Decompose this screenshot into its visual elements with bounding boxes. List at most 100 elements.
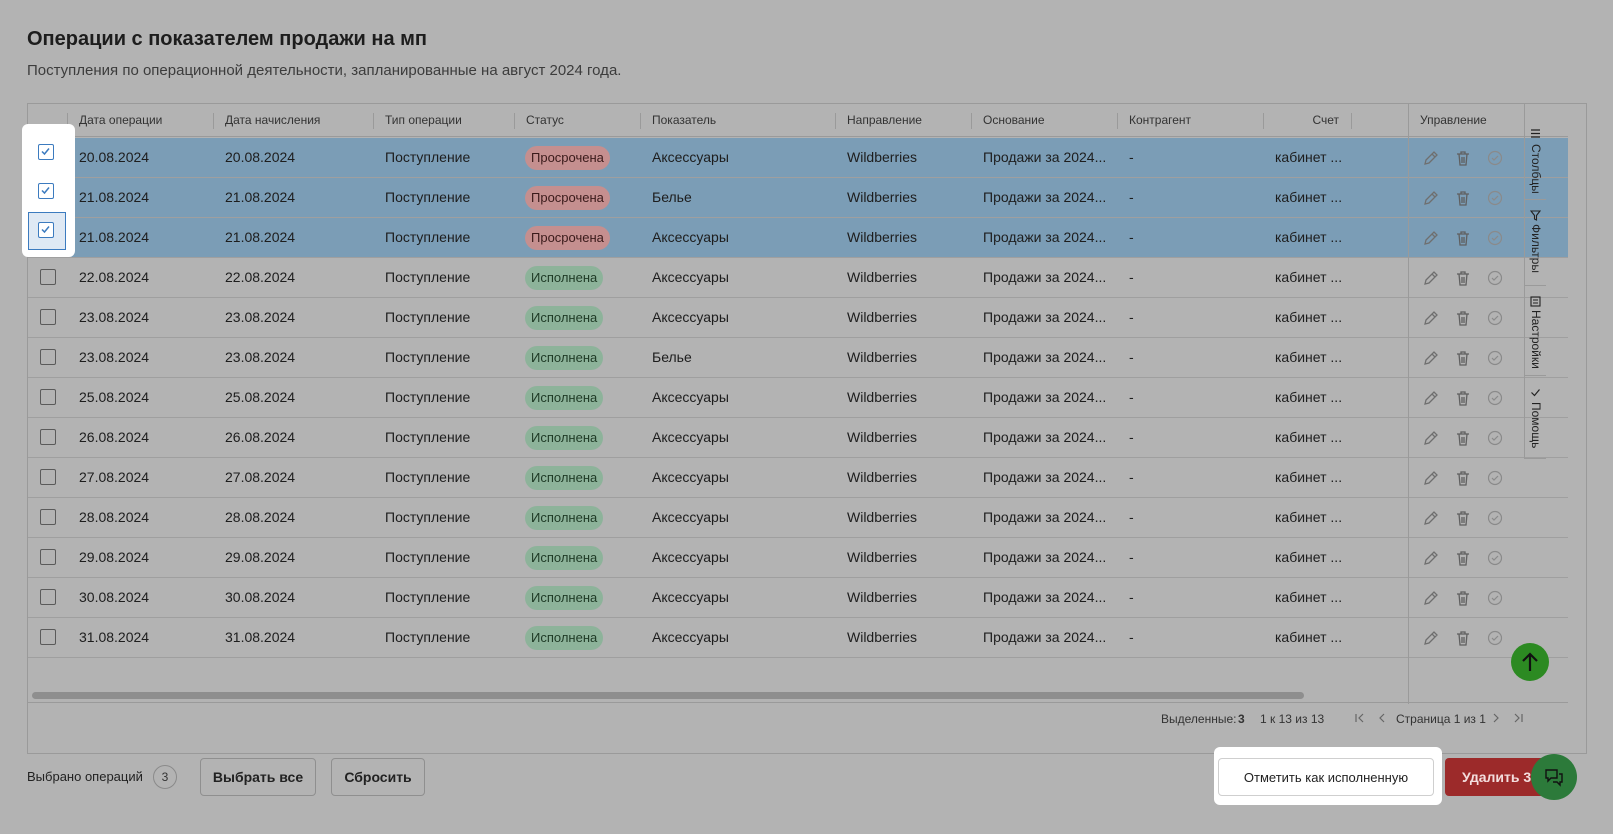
check-circle-icon[interactable] xyxy=(1486,269,1504,287)
cell-indicator: Аксессуары xyxy=(652,589,729,605)
table-row[interactable]: 21.08.2024 21.08.2024 Поступление Аксессуар… xyxy=(28,218,1568,258)
trash-icon[interactable] xyxy=(1454,149,1472,167)
side-tab-help[interactable]: Помощь xyxy=(1525,376,1546,459)
next-page-icon[interactable] xyxy=(1491,713,1501,723)
cell-op-type: Поступление xyxy=(385,469,471,485)
pencil-icon[interactable] xyxy=(1422,389,1440,407)
table-row[interactable]: 22.08.2024 22.08.2024 Поступление Аксессуар… xyxy=(28,258,1568,298)
header-direction[interactable]: Направление xyxy=(835,104,971,137)
horizontal-scrollbar[interactable] xyxy=(32,692,1304,699)
prev-page-icon[interactable] xyxy=(1377,713,1387,723)
check-circle-icon[interactable] xyxy=(1486,189,1504,207)
row-checkbox-highlight[interactable] xyxy=(38,183,54,199)
mark-done-button[interactable]: Отметить как исполненную xyxy=(1218,758,1434,796)
pencil-icon[interactable] xyxy=(1422,629,1440,647)
header-accrual-date[interactable]: Дата начисления xyxy=(213,104,373,137)
cell-op-type: Поступление xyxy=(385,349,471,365)
header-op-type[interactable]: Тип операции xyxy=(373,104,514,137)
pencil-icon[interactable] xyxy=(1422,549,1440,567)
header-op-date[interactable]: Дата операции xyxy=(67,104,213,137)
pencil-icon[interactable] xyxy=(1422,149,1440,167)
check-circle-icon[interactable] xyxy=(1486,229,1504,247)
check-circle-icon[interactable] xyxy=(1486,549,1504,567)
check-circle-icon[interactable] xyxy=(1486,309,1504,327)
header-basis[interactable]: Основание xyxy=(971,104,1117,137)
last-page-icon[interactable] xyxy=(1513,713,1523,723)
status-badge: Исполнена xyxy=(525,466,604,490)
side-tab-columns[interactable]: Столбцы xyxy=(1525,124,1546,200)
table-row[interactable]: 23.08.2024 23.08.2024 Поступление Аксессуар… xyxy=(28,298,1568,338)
trash-icon[interactable] xyxy=(1454,229,1472,247)
cell-indicator: Белье xyxy=(652,189,692,205)
pencil-icon[interactable] xyxy=(1422,229,1440,247)
trash-icon[interactable] xyxy=(1454,429,1472,447)
select-all-button[interactable]: Выбрать все xyxy=(200,758,316,796)
check-circle-icon[interactable] xyxy=(1486,469,1504,487)
pencil-icon[interactable] xyxy=(1422,429,1440,447)
side-tab-filters[interactable]: Фильтры xyxy=(1525,200,1546,286)
header-status[interactable]: Статус xyxy=(514,104,640,137)
check-circle-icon[interactable] xyxy=(1486,149,1504,167)
trash-icon[interactable] xyxy=(1454,469,1472,487)
row-checkbox[interactable] xyxy=(40,469,56,485)
row-checkbox[interactable] xyxy=(40,389,56,405)
table-row[interactable]: 28.08.2024 28.08.2024 Поступление Аксессуар… xyxy=(28,498,1568,538)
cell-indicator: Аксессуары xyxy=(652,469,729,485)
side-tab-label: Фильтры xyxy=(1529,224,1543,273)
table-row[interactable]: 21.08.2024 21.08.2024 Поступление Белье Wild… xyxy=(28,178,1568,218)
table-row[interactable]: 27.08.2024 27.08.2024 Поступление Аксессуар… xyxy=(28,458,1568,498)
cell-op-date: 30.08.2024 xyxy=(79,589,150,605)
cell-basis: Продажи за 2024... xyxy=(983,549,1107,565)
header-indicator[interactable]: Показатель xyxy=(640,104,835,137)
trash-icon[interactable] xyxy=(1454,589,1472,607)
trash-icon[interactable] xyxy=(1454,269,1472,287)
pencil-icon[interactable] xyxy=(1422,349,1440,367)
trash-icon[interactable] xyxy=(1454,549,1472,567)
check-circle-icon[interactable] xyxy=(1486,589,1504,607)
table-row[interactable]: 20.08.2024 20.08.2024 Поступление Аксессуар… xyxy=(28,138,1568,178)
row-checkbox[interactable] xyxy=(40,629,56,645)
row-checkbox[interactable] xyxy=(40,589,56,605)
trash-icon[interactable] xyxy=(1454,349,1472,367)
checkmark-icon xyxy=(41,226,50,234)
delete-button[interactable]: Удалить 3 xyxy=(1445,758,1545,796)
header-account[interactable]: Счет xyxy=(1263,104,1351,137)
table-row[interactable]: 26.08.2024 26.08.2024 Поступление Аксессуар… xyxy=(28,418,1568,458)
chat-button[interactable] xyxy=(1531,754,1577,800)
check-circle-icon[interactable] xyxy=(1486,349,1504,367)
table-row[interactable]: 31.08.2024 31.08.2024 Поступление Аксессуар… xyxy=(28,618,1568,658)
status-badge: Исполнена xyxy=(525,346,604,370)
row-checkbox[interactable] xyxy=(40,349,56,365)
table-row[interactable]: 29.08.2024 29.08.2024 Поступление Аксессуар… xyxy=(28,538,1568,578)
pencil-icon[interactable] xyxy=(1422,589,1440,607)
check-circle-icon[interactable] xyxy=(1486,429,1504,447)
row-checkbox-highlight[interactable] xyxy=(38,144,54,160)
pencil-icon[interactable] xyxy=(1422,509,1440,527)
trash-icon[interactable] xyxy=(1454,389,1472,407)
scroll-to-top-button[interactable] xyxy=(1511,643,1549,681)
pencil-icon[interactable] xyxy=(1422,189,1440,207)
trash-icon[interactable] xyxy=(1454,509,1472,527)
row-checkbox[interactable] xyxy=(40,309,56,325)
row-checkbox[interactable] xyxy=(40,269,56,285)
header-counterparty[interactable]: Контрагент xyxy=(1117,104,1263,137)
table-row[interactable]: 30.08.2024 30.08.2024 Поступление Аксессуар… xyxy=(28,578,1568,618)
pencil-icon[interactable] xyxy=(1422,309,1440,327)
row-checkbox[interactable] xyxy=(40,509,56,525)
check-circle-icon[interactable] xyxy=(1486,629,1504,647)
row-checkbox-highlight[interactable] xyxy=(38,222,54,238)
table-row[interactable]: 23.08.2024 23.08.2024 Поступление Белье Wild… xyxy=(28,338,1568,378)
check-circle-icon[interactable] xyxy=(1486,389,1504,407)
check-circle-icon[interactable] xyxy=(1486,509,1504,527)
reset-button[interactable]: Сбросить xyxy=(331,758,425,796)
trash-icon[interactable] xyxy=(1454,189,1472,207)
row-checkbox[interactable] xyxy=(40,429,56,445)
pencil-icon[interactable] xyxy=(1422,269,1440,287)
first-page-icon[interactable] xyxy=(1355,713,1365,723)
table-row[interactable]: 25.08.2024 25.08.2024 Поступление Аксессуар… xyxy=(28,378,1568,418)
trash-icon[interactable] xyxy=(1454,629,1472,647)
pencil-icon[interactable] xyxy=(1422,469,1440,487)
row-checkbox[interactable] xyxy=(40,549,56,565)
side-tab-settings[interactable]: Настройки xyxy=(1525,286,1546,376)
trash-icon[interactable] xyxy=(1454,309,1472,327)
